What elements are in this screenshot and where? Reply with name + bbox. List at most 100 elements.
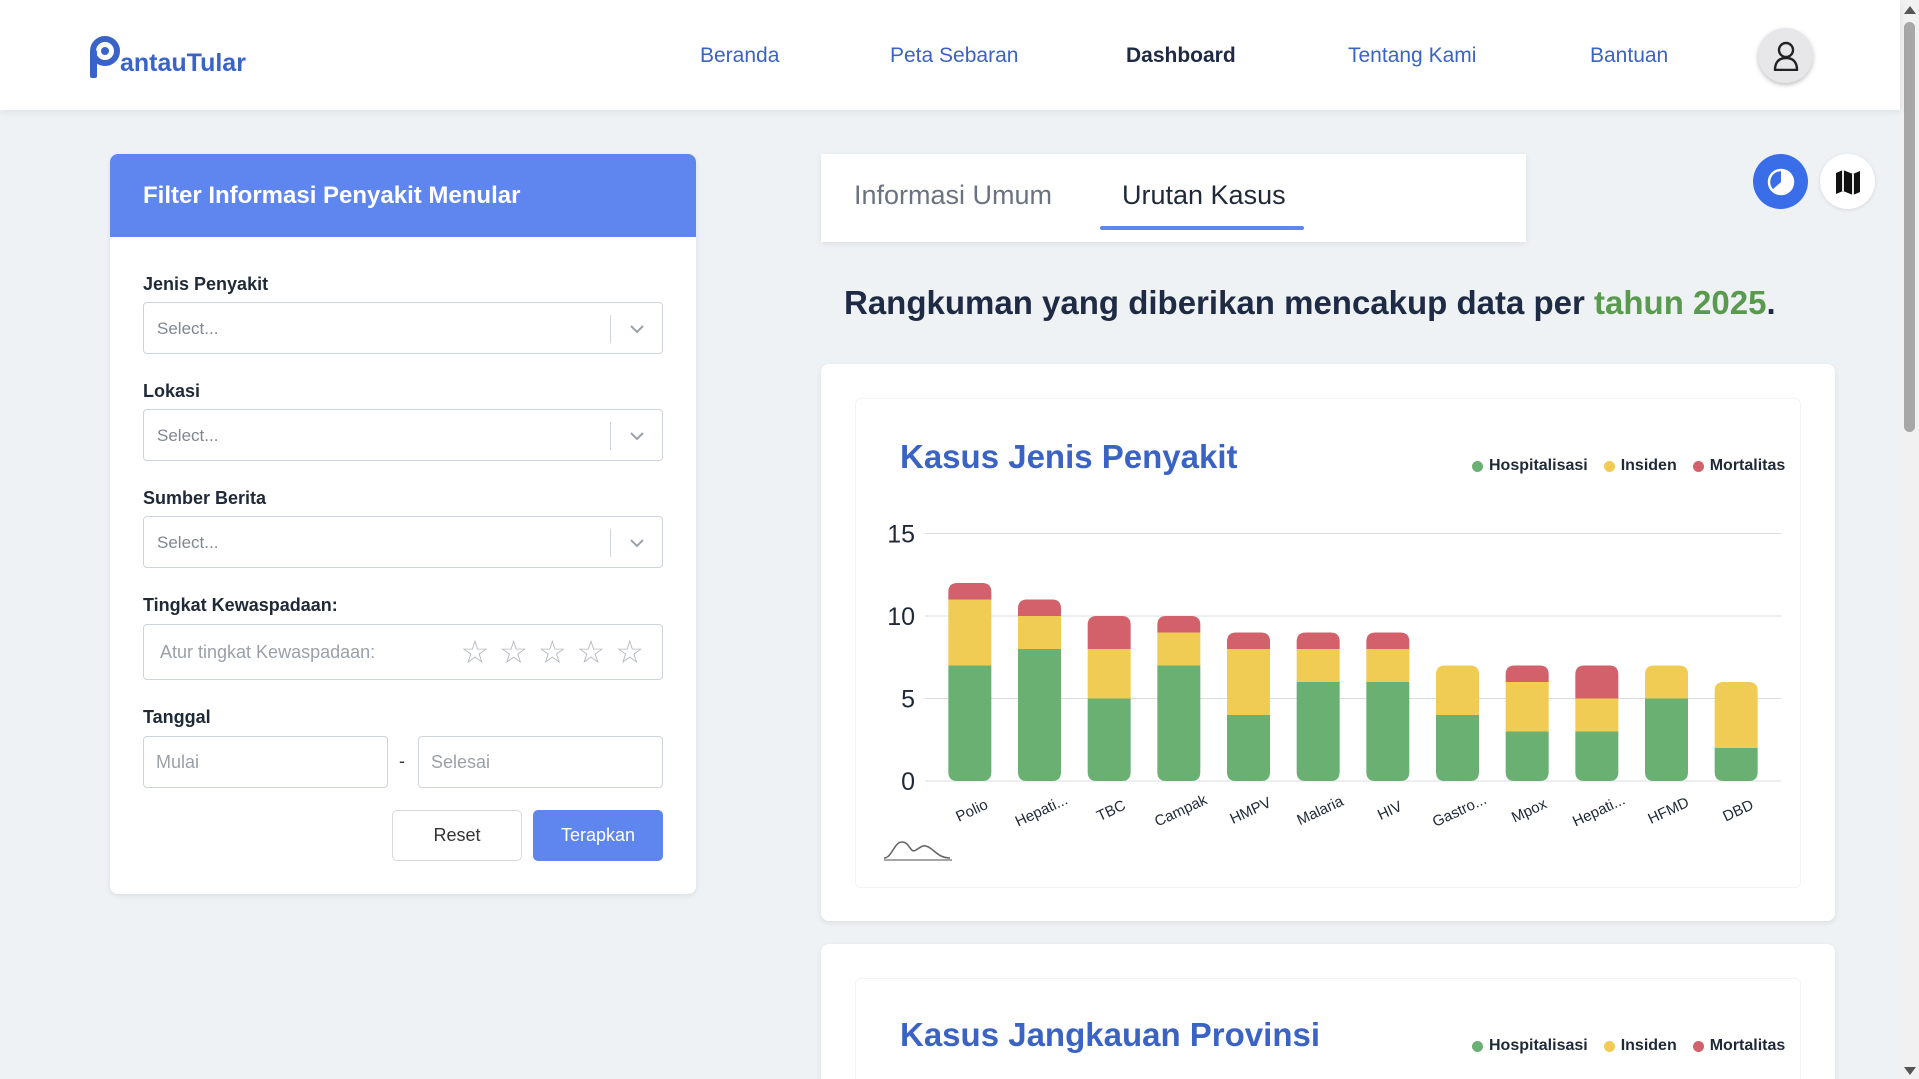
x-tick-label: Polio xyxy=(953,796,990,826)
tab-informasi-umum[interactable]: Informasi Umum xyxy=(854,180,1052,211)
legend-dot xyxy=(1472,1040,1483,1052)
bar-segment-mortalitas xyxy=(948,583,992,600)
legend-insiden[interactable]: Insiden xyxy=(1603,1037,1677,1055)
bar-segment-insiden xyxy=(1575,698,1619,732)
mulai-placeholder: Mulai xyxy=(156,752,200,772)
lokasi-placeholder: Select... xyxy=(157,426,219,445)
star-icon[interactable]: ☆ xyxy=(615,636,644,668)
bar-segment-mortalitas xyxy=(1296,632,1340,649)
scroll-up-arrow-icon[interactable] xyxy=(1904,6,1916,14)
bar-segment-insiden xyxy=(1296,649,1340,682)
chart-zoom-minimap-icon[interactable] xyxy=(882,836,954,862)
chart-view-button[interactable] xyxy=(1753,154,1808,209)
legend-mortalitas-label: Mortalitas xyxy=(1709,457,1786,474)
sumber-berita-select[interactable]: Select... xyxy=(143,516,663,568)
stacked-bar-chart: 0 5 10 15 Polio Hepati... TBC Campak HMPV Malaria… xyxy=(887,521,1781,831)
y-tick-label: 10 xyxy=(887,603,915,631)
bar-segment-mortalitas xyxy=(1505,665,1549,682)
x-tick-label: HFMD xyxy=(1645,794,1692,828)
chevron-down-icon[interactable] xyxy=(628,534,646,552)
star-icon[interactable]: ☆ xyxy=(538,636,567,668)
star-icon[interactable]: ☆ xyxy=(499,636,528,668)
star-icon[interactable]: ☆ xyxy=(577,636,606,668)
logo[interactable]: antauTular xyxy=(88,32,246,80)
x-tick-label: Campak xyxy=(1152,791,1210,830)
tanggal-label: Tanggal xyxy=(143,707,211,727)
bar-segment-mortalitas xyxy=(1227,632,1270,649)
bar-segment-mortalitas xyxy=(1018,599,1061,616)
tab-urutan-kasus[interactable]: Urutan Kasus xyxy=(1122,180,1286,211)
logo-text: antauTular xyxy=(120,49,246,77)
bar-segment-hospitalisasi xyxy=(1645,698,1688,781)
legend-dot xyxy=(1692,1040,1704,1052)
bar-segment-insiden xyxy=(948,599,992,666)
legend-hospitalisasi-label: Hospitalisasi xyxy=(1489,1037,1588,1054)
user-icon xyxy=(1773,41,1798,71)
user-avatar-button[interactable] xyxy=(1758,28,1813,83)
select-separator xyxy=(610,422,611,450)
x-tick-label: Malaria xyxy=(1294,793,1346,829)
filter-title: Filter Informasi Penyakit Menular xyxy=(110,154,696,237)
nav-peta-sebaran[interactable]: Peta Sebaran xyxy=(890,44,1018,68)
lokasi-select[interactable]: Select... xyxy=(143,409,663,461)
nav-dashboard[interactable]: Dashboard xyxy=(1126,44,1236,68)
bar-segment-hospitalisasi xyxy=(1087,698,1131,781)
bar-segment-hospitalisasi xyxy=(1505,731,1549,781)
bar-segment-hospitalisasi xyxy=(1018,649,1061,781)
legend-insiden-label: Insiden xyxy=(1620,1037,1677,1054)
bar-segment-insiden xyxy=(1157,632,1201,666)
chevron-down-icon[interactable] xyxy=(628,427,646,445)
legend-insiden-label: Insiden xyxy=(1620,457,1677,474)
page-scrollbar[interactable] xyxy=(1900,0,1919,1079)
bar-segment-insiden xyxy=(1436,665,1479,715)
star-icon[interactable]: ☆ xyxy=(461,636,490,668)
legend-hospitalisasi-label: Hospitalisasi xyxy=(1489,457,1588,474)
nav-bantuan[interactable]: Bantuan xyxy=(1590,44,1668,68)
bar-segment-hospitalisasi xyxy=(1366,682,1410,781)
bar-segment-insiden xyxy=(1645,665,1688,699)
legend-mortalitas-label: Mortalitas xyxy=(1709,1037,1786,1054)
scroll-thumb[interactable] xyxy=(1904,22,1915,432)
summary-text: Rangkuman yang diberikan mencakup data p… xyxy=(844,284,1776,322)
tanggal-selesai-input[interactable]: Selesai xyxy=(418,736,663,788)
filter-panel: Filter Informasi Penyakit Menular Jenis … xyxy=(110,154,696,894)
summary-year: tahun 2025 xyxy=(1594,284,1767,321)
x-tick-label: TBC xyxy=(1094,797,1129,825)
jenis-penyakit-select[interactable]: Select... xyxy=(143,302,663,354)
x-tick-label: HMPV xyxy=(1227,794,1273,828)
scroll-down-arrow-icon[interactable] xyxy=(1904,1067,1916,1075)
legend-dot xyxy=(1603,1040,1615,1052)
bar-segment-insiden xyxy=(1505,682,1549,732)
chart-legend: Hospitalisasi Insiden Mortalitas xyxy=(1472,1037,1785,1055)
x-tick-label: Gastro... xyxy=(1430,791,1489,831)
legend-hospitalisasi[interactable]: Hospitalisasi xyxy=(1472,457,1588,475)
x-tick-label: DBD xyxy=(1720,796,1756,825)
nav-beranda[interactable]: Beranda xyxy=(700,44,779,68)
apply-button[interactable]: Terapkan xyxy=(533,810,663,861)
legend-hospitalisasi[interactable]: Hospitalisasi xyxy=(1472,1037,1588,1055)
kewaspadaan-rating-field[interactable]: Atur tingkat Kewaspadaan: ☆ ☆ ☆ ☆ ☆ xyxy=(143,624,663,680)
top-navbar: antauTular Beranda Peta Sebaran Dashboar… xyxy=(0,0,1900,110)
tanggal-mulai-input[interactable]: Mulai xyxy=(143,736,388,788)
map-icon xyxy=(1835,169,1860,195)
legend-mortalitas[interactable]: Mortalitas xyxy=(1692,457,1786,475)
bar-segment-hospitalisasi xyxy=(948,665,992,781)
bar-segment-insiden xyxy=(1366,649,1410,682)
pie-chart-icon xyxy=(1767,168,1794,195)
legend-mortalitas[interactable]: Mortalitas xyxy=(1692,1037,1786,1055)
chart-title-jenis-penyakit: Kasus Jenis Penyakit xyxy=(900,438,1238,475)
x-tick-label: Mpox xyxy=(1509,795,1550,826)
lokasi-label: Lokasi xyxy=(143,381,201,401)
nav-tentang-kami[interactable]: Tentang Kami xyxy=(1348,44,1476,68)
summary-lead: Rangkuman yang diberikan mencakup data p… xyxy=(844,284,1595,321)
star-rating[interactable]: ☆ ☆ ☆ ☆ ☆ xyxy=(461,636,644,668)
chart-title-jangkauan-provinsi: Kasus Jangkauan Provinsi xyxy=(900,1016,1320,1053)
bar-segment-mortalitas xyxy=(1575,665,1619,699)
reset-button[interactable]: Reset xyxy=(392,810,522,861)
bar-segment-mortalitas xyxy=(1157,616,1201,633)
map-view-button[interactable] xyxy=(1820,154,1875,209)
legend-insiden[interactable]: Insiden xyxy=(1603,457,1677,475)
bar-segment-hospitalisasi xyxy=(1296,682,1340,781)
bar-segment-hospitalisasi xyxy=(1575,731,1619,781)
chevron-down-icon[interactable] xyxy=(628,320,646,338)
